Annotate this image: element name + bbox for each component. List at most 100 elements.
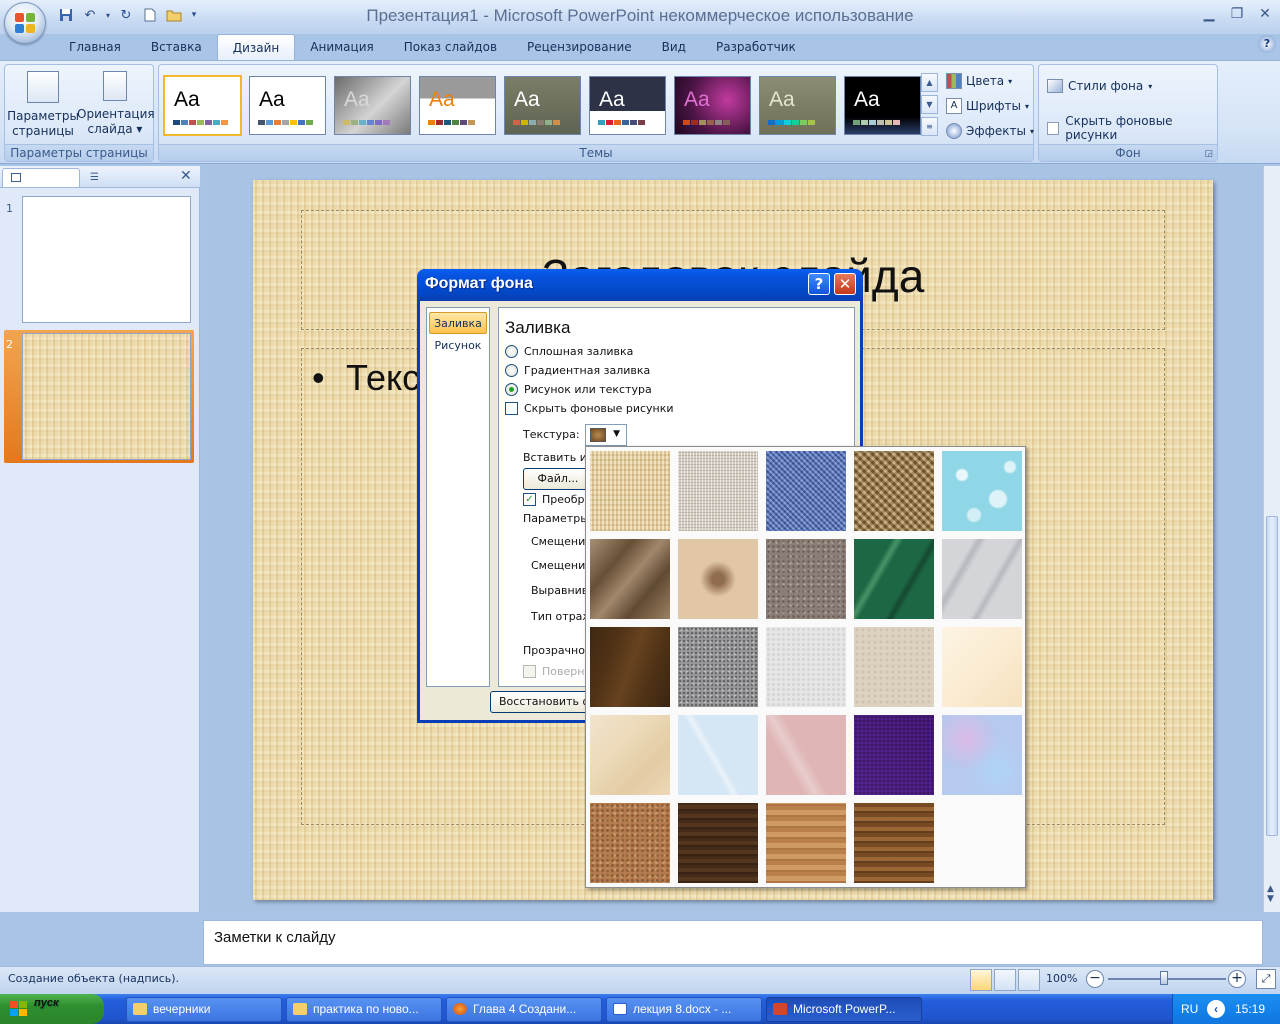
notes-pane[interactable]: Заметки к слайду [203,920,1263,965]
texture-woven-mat[interactable] [854,451,934,531]
zoom-in-icon[interactable]: + [1228,970,1246,988]
texture-blue-tissue-paper[interactable] [678,715,758,795]
zoom-out-icon[interactable]: − [1086,970,1104,988]
tab-view[interactable]: Вид [647,34,701,60]
hide-background-graphics-checkbox[interactable]: Скрыть фоновые рисунки [1047,114,1217,142]
slide-thumbnail-2[interactable] [22,333,191,460]
texture-purple-mesh[interactable] [854,715,934,795]
texture-granite[interactable] [678,627,758,707]
theme-flow[interactable]: Aa [759,76,836,135]
start-button[interactable]: пуск [0,994,104,1024]
tab-outline[interactable]: ☰ [82,169,160,187]
gradient-fill-radio[interactable]: Градиентная заливка [505,364,650,377]
language-indicator[interactable]: RU [1181,1002,1198,1016]
tab-review[interactable]: Рецензирование [512,34,647,60]
normal-view-icon[interactable] [970,969,992,991]
theme-foundry[interactable]: Aa [844,76,921,135]
slide-orientation-button[interactable]: Ориентация слайда ▾ [77,69,155,137]
open-folder-icon[interactable] [164,5,184,25]
vertical-scrollbar[interactable]: ▲ ▼ [1263,166,1280,912]
nav-picture[interactable]: Рисунок [429,335,487,357]
tab-slides-thumbnails[interactable] [2,168,80,187]
texture-oak[interactable] [766,803,846,883]
texture-white-marble[interactable] [942,539,1022,619]
taskbar-item-word[interactable]: лекция 8.docx - ... [606,997,762,1022]
next-slide-icon[interactable]: ▲ ▼ [1267,884,1274,904]
tab-animation[interactable]: Анимация [295,34,388,60]
scrollbar-thumb[interactable] [1266,516,1278,836]
taskbar-item-powerpoint[interactable]: Microsoft PowerP... [766,997,922,1022]
texture-sand[interactable] [766,539,846,619]
texture-paper-bag[interactable] [590,539,670,619]
office-button[interactable] [4,2,46,44]
theme-scroll-down-icon[interactable]: ▼ [921,95,938,114]
new-file-icon[interactable] [140,5,160,25]
background-styles-button[interactable]: Стили фона ▾ [1047,79,1152,93]
tab-developer[interactable]: Разработчик [701,34,811,60]
help-icon[interactable]: ? [808,273,830,295]
texture-bouquet[interactable] [942,715,1022,795]
effects-button[interactable]: Эффекты ▾ [946,121,1034,141]
fonts-button[interactable]: A Шрифты ▾ [946,96,1029,116]
tab-slideshow[interactable]: Показ слайдов [389,34,512,60]
nav-fill[interactable]: Заливка [429,312,487,334]
file-button[interactable]: Файл... [523,468,593,490]
close-pane-icon[interactable]: ✕ [180,168,192,184]
texture-denim[interactable] [766,451,846,531]
picture-texture-fill-radio[interactable]: Рисунок или текстура [505,383,652,396]
texture-water-droplets[interactable] [942,451,1022,531]
texture-papyrus[interactable] [590,451,670,531]
slide-sorter-icon[interactable] [994,969,1016,991]
theme-scroll-up-icon[interactable]: ▲ [921,73,938,92]
texture-parchment[interactable] [942,627,1022,707]
help-icon[interactable]: ? [1258,35,1276,53]
slide-thumbnail-1[interactable] [22,196,191,323]
undo-icon[interactable]: ↶ [80,5,100,25]
theme-office[interactable]: Aa [163,75,242,136]
customize-toolbar-icon[interactable]: ▾ [188,5,200,25]
slideshow-view-icon[interactable] [1018,969,1040,991]
texture-newsprint[interactable] [766,627,846,707]
dialog-title-bar[interactable]: Формат фона ? ✕ [417,269,863,301]
taskbar-item-folder[interactable]: вечерники [126,997,282,1022]
fit-to-window-icon[interactable]: ⤢ [1256,969,1276,989]
dialog-launcher-icon[interactable]: ◲ [1204,149,1213,159]
zoom-slider-thumb[interactable] [1160,971,1168,985]
redo-icon[interactable]: ↻ [116,5,136,25]
colors-button[interactable]: Цвета ▾ [946,71,1012,91]
tile-checkbox[interactable]: ✓ Преобра [523,493,591,506]
texture-cork[interactable] [590,803,670,883]
texture-dropdown[interactable]: ▼ [585,424,627,446]
close-icon[interactable]: ✕ [834,273,856,295]
texture-canvas[interactable] [678,451,758,531]
texture-brown-marble[interactable] [590,627,670,707]
theme-equity[interactable]: Aa [674,76,751,135]
tab-insert[interactable]: Вставка [136,34,217,60]
theme-gallery-more-icon[interactable]: ≡ [921,117,938,136]
theme-simple[interactable]: Aa [249,76,326,135]
theme-aspect[interactable]: Aa [419,76,496,135]
close-icon[interactable]: ✕ [1252,4,1278,24]
save-icon[interactable] [56,5,76,25]
texture-medium-wood[interactable] [854,803,934,883]
texture-pink-tissue-paper[interactable] [766,715,846,795]
zoom-level[interactable]: 100% [1046,972,1077,985]
tray-arrow-icon[interactable]: ‹ [1207,1000,1225,1018]
tab-home[interactable]: Главная [54,34,136,60]
theme-civic[interactable]: Aa [504,76,581,135]
hide-graphics-checkbox[interactable]: Скрыть фоновые рисунки [505,402,674,415]
theme-concourse[interactable]: Aa [589,76,666,135]
tab-design[interactable]: Дизайн [216,34,296,60]
restore-icon[interactable]: ❐ [1224,4,1250,24]
texture-recycled-paper[interactable] [854,627,934,707]
texture-green-marble[interactable] [854,539,934,619]
texture-stationery[interactable] [590,715,670,795]
solid-fill-radio[interactable]: Сплошная заливка [505,345,633,358]
texture-fish-fossil[interactable] [678,539,758,619]
texture-walnut[interactable] [678,803,758,883]
minimize-icon[interactable]: ▁ [1196,4,1222,24]
theme-apex[interactable]: Aa [334,76,411,135]
page-setup-button[interactable]: Параметры страницы [7,69,79,139]
taskbar-item-firefox[interactable]: Глава 4 Создани... [446,997,602,1022]
taskbar-item-folder[interactable]: практика по ново... [286,997,442,1022]
